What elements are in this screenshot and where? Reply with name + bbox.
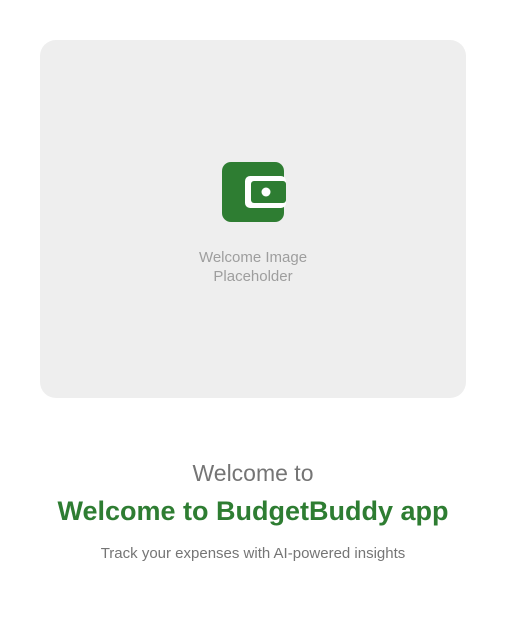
tagline-text: Track your expenses with AI-powered insi… bbox=[100, 545, 406, 562]
welcome-prefix-text: Welcome to bbox=[192, 460, 314, 486]
app-title: Welcome to BudgetBuddy app bbox=[57, 496, 449, 526]
welcome-screen: Welcome Image Placeholder Welcome to Wel… bbox=[0, 0, 506, 634]
placeholder-label-line2: Placeholder bbox=[213, 268, 293, 285]
wallet-icon bbox=[222, 162, 286, 222]
placeholder-label-line1: Welcome Image bbox=[198, 249, 308, 266]
